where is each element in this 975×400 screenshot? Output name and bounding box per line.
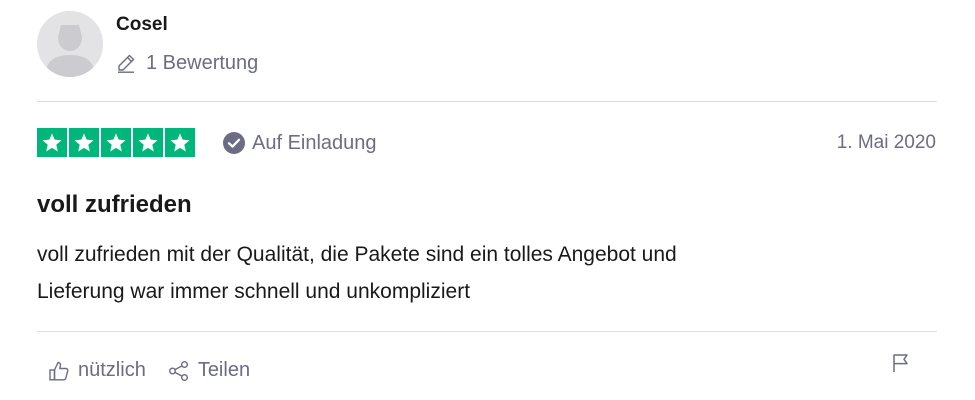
- review-title[interactable]: voll zufrieden: [37, 191, 192, 219]
- star-icon: [69, 128, 99, 157]
- review-count-text: 1 Bewertung: [146, 51, 259, 74]
- review-body-line: voll zufrieden mit der Qualität, die Pak…: [37, 243, 677, 266]
- invited-badge-label: Auf Einladung: [252, 131, 377, 154]
- review-body-line: Lieferung war immer schnell und unkompli…: [37, 280, 471, 303]
- share-icon: [168, 360, 190, 382]
- star-icon: [101, 128, 131, 157]
- reviewer-name[interactable]: Cosel: [116, 14, 168, 36]
- review-actions: nützlich Teilen: [48, 359, 250, 382]
- review-count: 1 Bewertung: [116, 50, 258, 76]
- flag-icon: [893, 354, 908, 372]
- star-icon: [133, 128, 163, 157]
- invited-badge[interactable]: Auf Einladung: [222, 129, 377, 157]
- report-button[interactable]: [890, 352, 912, 374]
- star-icon: [37, 128, 67, 157]
- review-card: Cosel 1 Bewertung Auf Einladung 1. Mai 2…: [0, 0, 975, 400]
- divider: [37, 331, 937, 332]
- star-icon: [165, 128, 195, 157]
- share-label: Teilen: [197, 359, 251, 381]
- useful-button[interactable]: nützlich: [48, 359, 146, 382]
- user-silhouette-icon: [37, 11, 103, 77]
- review-body: voll zufrieden mit der Qualität, die Pak…: [37, 236, 917, 310]
- star-rating: [37, 128, 195, 157]
- pen-icon: [116, 53, 136, 73]
- share-button[interactable]: Teilen: [168, 359, 250, 382]
- thumbs-up-icon: [48, 360, 70, 382]
- avatar[interactable]: [37, 11, 103, 77]
- review-date: 1. Mai 2020: [836, 132, 936, 153]
- useful-label: nützlich: [78, 359, 146, 381]
- check-circle-icon: [222, 131, 246, 155]
- divider: [37, 101, 937, 102]
